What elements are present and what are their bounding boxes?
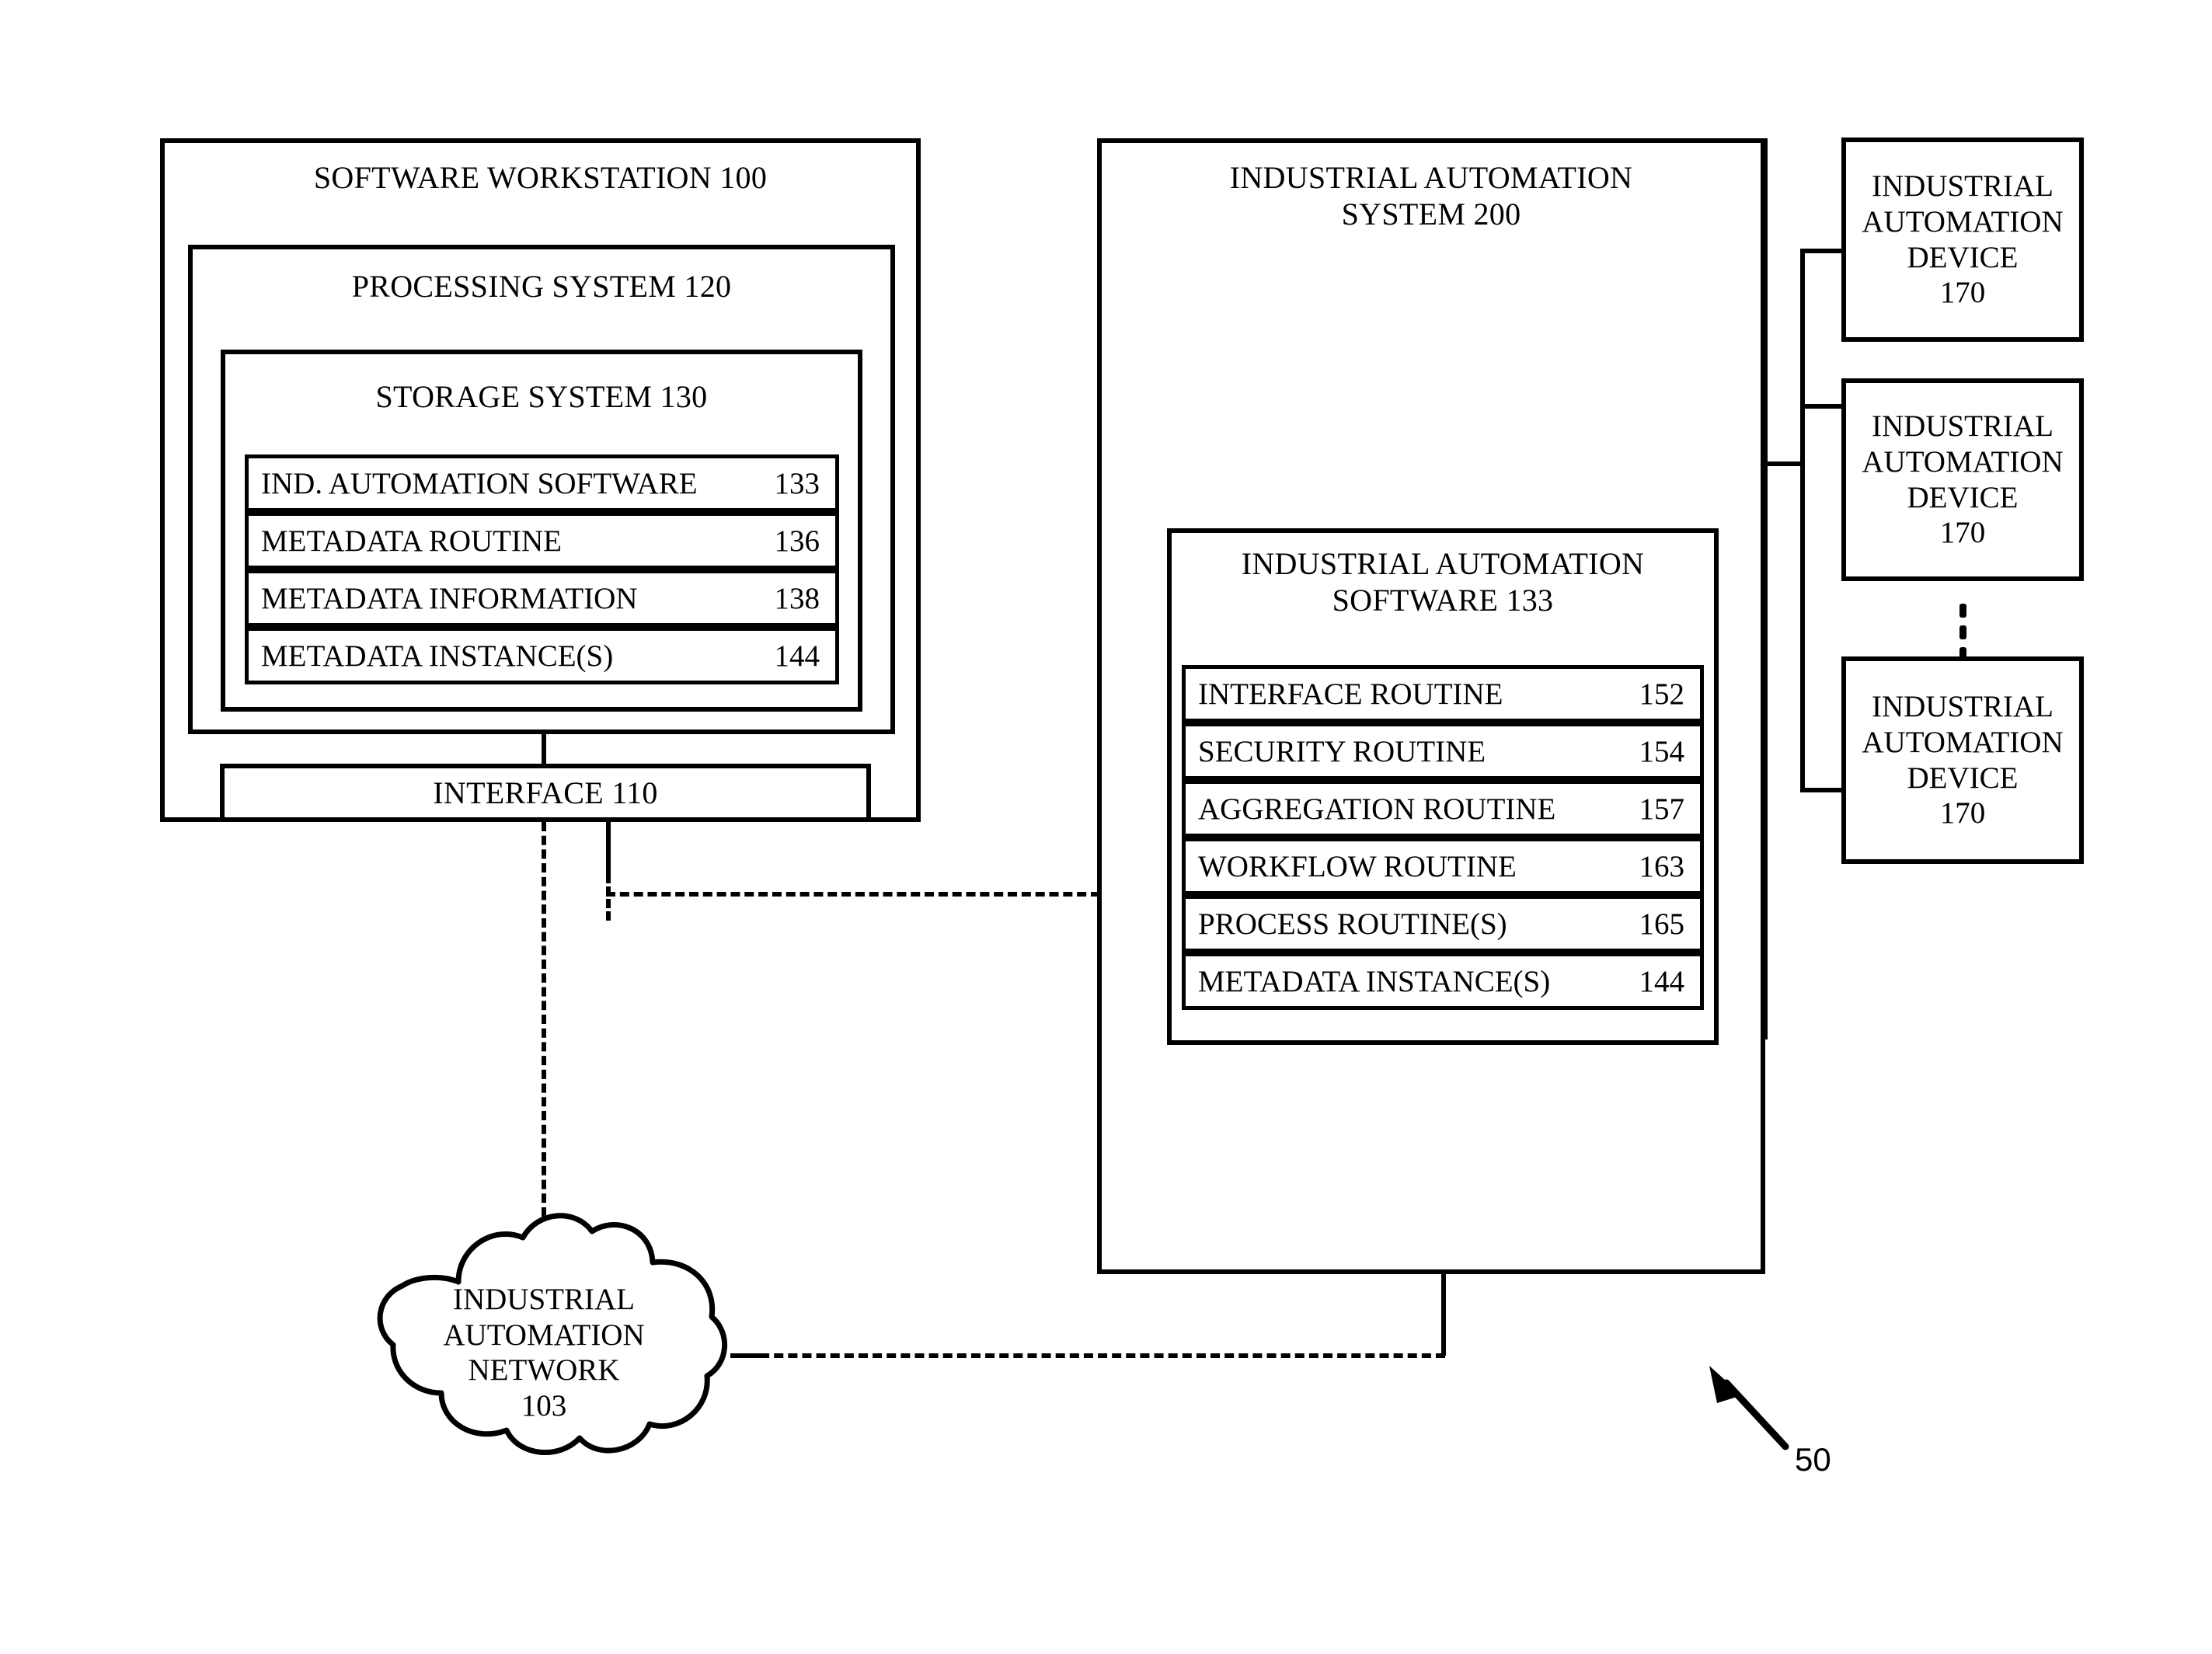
- interface-title: INTERFACE 110: [433, 775, 658, 810]
- industrial-automation-system-title: INDUSTRIAL AUTOMATION SYSTEM 200: [1229, 160, 1633, 232]
- network-label: INDUSTRIAL AUTOMATION NETWORK 103: [443, 1283, 645, 1422]
- interface-to-network-dashed-line: [542, 822, 546, 1217]
- storage-row-number: 136: [774, 524, 820, 558]
- vertical-ellipsis-dot: [1959, 604, 1966, 618]
- storage-row-label: METADATA INFORMATION: [261, 581, 638, 615]
- software-routine-label: PROCESS ROUTINE(S): [1198, 907, 1507, 941]
- storage-row-number: 133: [774, 466, 820, 500]
- software-routine-number: 163: [1639, 849, 1685, 883]
- system-bottom-stub: [1441, 1274, 1446, 1356]
- storage-row-label: METADATA ROUTINE: [261, 524, 562, 558]
- software-routine-number: 157: [1639, 792, 1685, 826]
- device-bus-riser: [1800, 249, 1805, 792]
- storage-row-label: METADATA INSTANCE(S): [261, 639, 614, 673]
- storage-row[interactable]: METADATA ROUTINE 136: [245, 512, 839, 569]
- device-1-branch: [1800, 249, 1845, 253]
- software-routine-label: METADATA INSTANCE(S): [1198, 964, 1551, 998]
- storage-row[interactable]: METADATA INFORMATION 138: [245, 569, 839, 627]
- software-routine-number: 152: [1639, 677, 1685, 711]
- software-routine-label: AGGREGATION ROUTINE: [1198, 792, 1556, 826]
- vertical-ellipsis-dot: [1959, 625, 1966, 639]
- software-routine-row[interactable]: WORKFLOW ROUTINE 163: [1182, 837, 1704, 895]
- software-routine-row[interactable]: PROCESS ROUTINE(S) 165: [1182, 895, 1704, 952]
- patent-figure-canvas: SOFTWARE WORKSTATION 100 PROCESSING SYST…: [0, 0, 2212, 1654]
- interface-to-system-stub: [606, 822, 611, 879]
- network-to-system-dashed-line: [746, 1353, 1445, 1358]
- software-routine-number: 154: [1639, 734, 1685, 768]
- processing-system-title: PROCESSING SYSTEM 120: [351, 269, 732, 304]
- device-2-branch: [1800, 404, 1845, 409]
- storage-row-label: IND. AUTOMATION SOFTWARE: [261, 466, 698, 500]
- software-routine-label: WORKFLOW ROUTINE: [1198, 849, 1517, 883]
- device-bus-tie: [1763, 461, 1805, 466]
- processing-to-interface-connector: [542, 730, 546, 765]
- device-label: INDUSTRIAL AUTOMATION DEVICE 170: [1862, 169, 2064, 310]
- figure-reference-number: 50: [1795, 1441, 1831, 1478]
- storage-row[interactable]: METADATA INSTANCE(S) 144: [245, 627, 839, 684]
- interface-to-system-elbow-vertical: [606, 874, 611, 921]
- storage-row-number: 138: [774, 581, 820, 615]
- industrial-automation-network-cloud: INDUSTRIAL AUTOMATION NETWORK 103: [342, 1200, 746, 1480]
- industrial-automation-device-box: INDUSTRIAL AUTOMATION DEVICE 170: [1841, 138, 2084, 342]
- software-routine-number: 165: [1639, 907, 1685, 941]
- industrial-automation-device-box: INDUSTRIAL AUTOMATION DEVICE 170: [1841, 656, 2084, 864]
- industrial-automation-device-box: INDUSTRIAL AUTOMATION DEVICE 170: [1841, 378, 2084, 581]
- industrial-automation-software-title: INDUSTRIAL AUTOMATION SOFTWARE 133: [1241, 546, 1645, 618]
- software-routine-row[interactable]: SECURITY ROUTINE 154: [1182, 723, 1704, 780]
- device-label: INDUSTRIAL AUTOMATION DEVICE 170: [1862, 690, 2064, 830]
- software-routine-label: SECURITY ROUTINE: [1198, 734, 1486, 768]
- device-bus-main-vertical: [1763, 138, 1768, 1039]
- software-workstation-title: SOFTWARE WORKSTATION 100: [313, 160, 768, 195]
- cloud-to-network-stub: [730, 1353, 761, 1358]
- storage-system-title: STORAGE SYSTEM 130: [375, 379, 708, 414]
- storage-row[interactable]: IND. AUTOMATION SOFTWARE 133: [245, 454, 839, 512]
- software-routine-row[interactable]: METADATA INSTANCE(S) 144: [1182, 952, 1704, 1010]
- software-routine-row[interactable]: INTERFACE ROUTINE 152: [1182, 665, 1704, 723]
- storage-row-number: 144: [774, 639, 820, 673]
- interface-to-system-dashed-line: [606, 892, 1100, 897]
- software-routine-row[interactable]: AGGREGATION ROUTINE 157: [1182, 780, 1704, 837]
- software-routine-number: 144: [1639, 964, 1685, 998]
- software-routine-label: INTERFACE ROUTINE: [1198, 677, 1503, 711]
- device-3-branch: [1800, 788, 1845, 792]
- device-label: INDUSTRIAL AUTOMATION DEVICE 170: [1862, 409, 2064, 550]
